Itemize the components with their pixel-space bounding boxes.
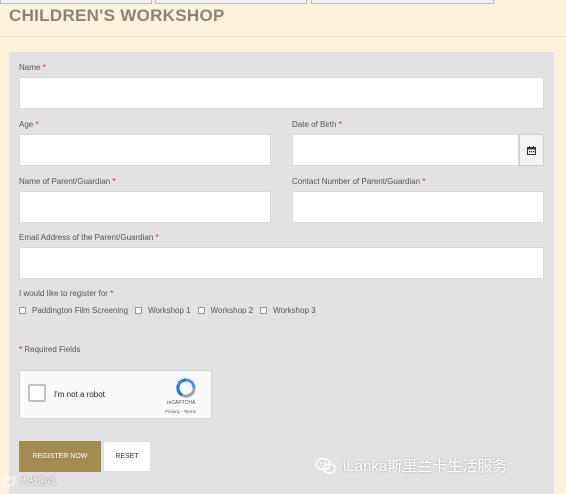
workshop-options: Paddington Film Screening Workshop 1 Wor… (19, 304, 323, 316)
title-divider (0, 36, 566, 37)
required-asterisk: * (42, 63, 46, 72)
register-for-label: I would like to register for * (19, 289, 113, 298)
required-asterisk: * (112, 177, 116, 186)
recaptcha-brand: reCAPTCHA (167, 400, 196, 406)
wechat-icon (315, 457, 337, 474)
calendar-icon (527, 145, 536, 155)
age-label: Age * (19, 120, 39, 129)
email-label-text: Email Address of the Parent/Guardian (19, 233, 154, 242)
checkbox-workshop-2[interactable] (197, 306, 205, 314)
email-input[interactable] (19, 247, 544, 279)
recaptcha-checkbox[interactable] (28, 384, 46, 402)
checkbox-paddington[interactable] (19, 306, 26, 314)
parent-name-input[interactable] (19, 191, 271, 223)
reset-button[interactable]: RESET (103, 441, 151, 472)
register-now-button[interactable]: REGISTER NOW (19, 441, 101, 472)
page-title: CHILDREN'S WORKSHOP (9, 6, 225, 25)
dob-label-text: Date of Birth (292, 120, 337, 129)
recaptcha-links[interactable]: Privacy - Terms (165, 409, 196, 414)
email-label: Email Address of the Parent/Guardian * (19, 233, 159, 242)
option-label[interactable]: Paddington Film Screening (32, 306, 128, 315)
tab-stub-3[interactable] (311, 0, 494, 4)
contact-label-text: Contact Number of Parent/Guardian (292, 177, 421, 186)
name-input[interactable] (19, 77, 544, 109)
tab-stub-1[interactable] (0, 0, 152, 4)
contact-label: Contact Number of Parent/Guardian * (292, 177, 425, 186)
watermark-small: 大战游戏 (3, 474, 56, 487)
recaptcha-logo-icon (176, 378, 196, 398)
weibo-icon (3, 475, 17, 486)
name-label: Name * (19, 63, 46, 72)
recaptcha-widget: I'm not a robot reCAPTCHA Privacy - Term… (19, 370, 212, 419)
required-asterisk: * (110, 289, 114, 298)
required-asterisk: * (338, 120, 342, 129)
dob-label: Date of Birth * (292, 120, 342, 129)
watermark-main: iLanka斯里兰卡生活服务 (315, 455, 507, 476)
checkbox-workshop-3[interactable] (260, 306, 268, 314)
parent-name-label-text: Name of Parent/Guardian (19, 177, 111, 186)
age-input[interactable] (19, 134, 271, 166)
required-asterisk: * (422, 177, 426, 186)
contact-input[interactable] (292, 191, 544, 223)
top-tabs (0, 0, 566, 4)
recaptcha-label: I'm not a robot (54, 390, 105, 399)
watermark-main-text: iLanka斯里兰卡生活服务 (343, 458, 508, 475)
required-fields-note: * Required Fields (19, 345, 80, 354)
parent-name-label: Name of Parent/Guardian * (19, 177, 116, 186)
age-label-text: Age (19, 120, 34, 129)
name-label-text: Name (19, 63, 41, 72)
registration-form: Name * Age * Date of Birth * Name of Par… (9, 52, 554, 494)
required-asterisk: * (35, 120, 39, 129)
register-for-label-text: I would like to register for (19, 289, 108, 298)
dob-input[interactable] (292, 134, 519, 166)
option-label[interactable]: Workshop 1 (148, 306, 191, 315)
option-label[interactable]: Workshop 2 (211, 306, 254, 315)
option-label[interactable]: Workshop 3 (273, 306, 316, 315)
required-note-text: Required Fields (24, 345, 81, 354)
tab-stub-2[interactable] (155, 0, 307, 4)
calendar-button[interactable] (519, 134, 544, 166)
required-asterisk: * (155, 233, 159, 242)
checkbox-workshop-1[interactable] (135, 306, 143, 314)
required-asterisk: * (19, 345, 23, 354)
watermark-small-text: 大战游戏 (20, 476, 57, 486)
